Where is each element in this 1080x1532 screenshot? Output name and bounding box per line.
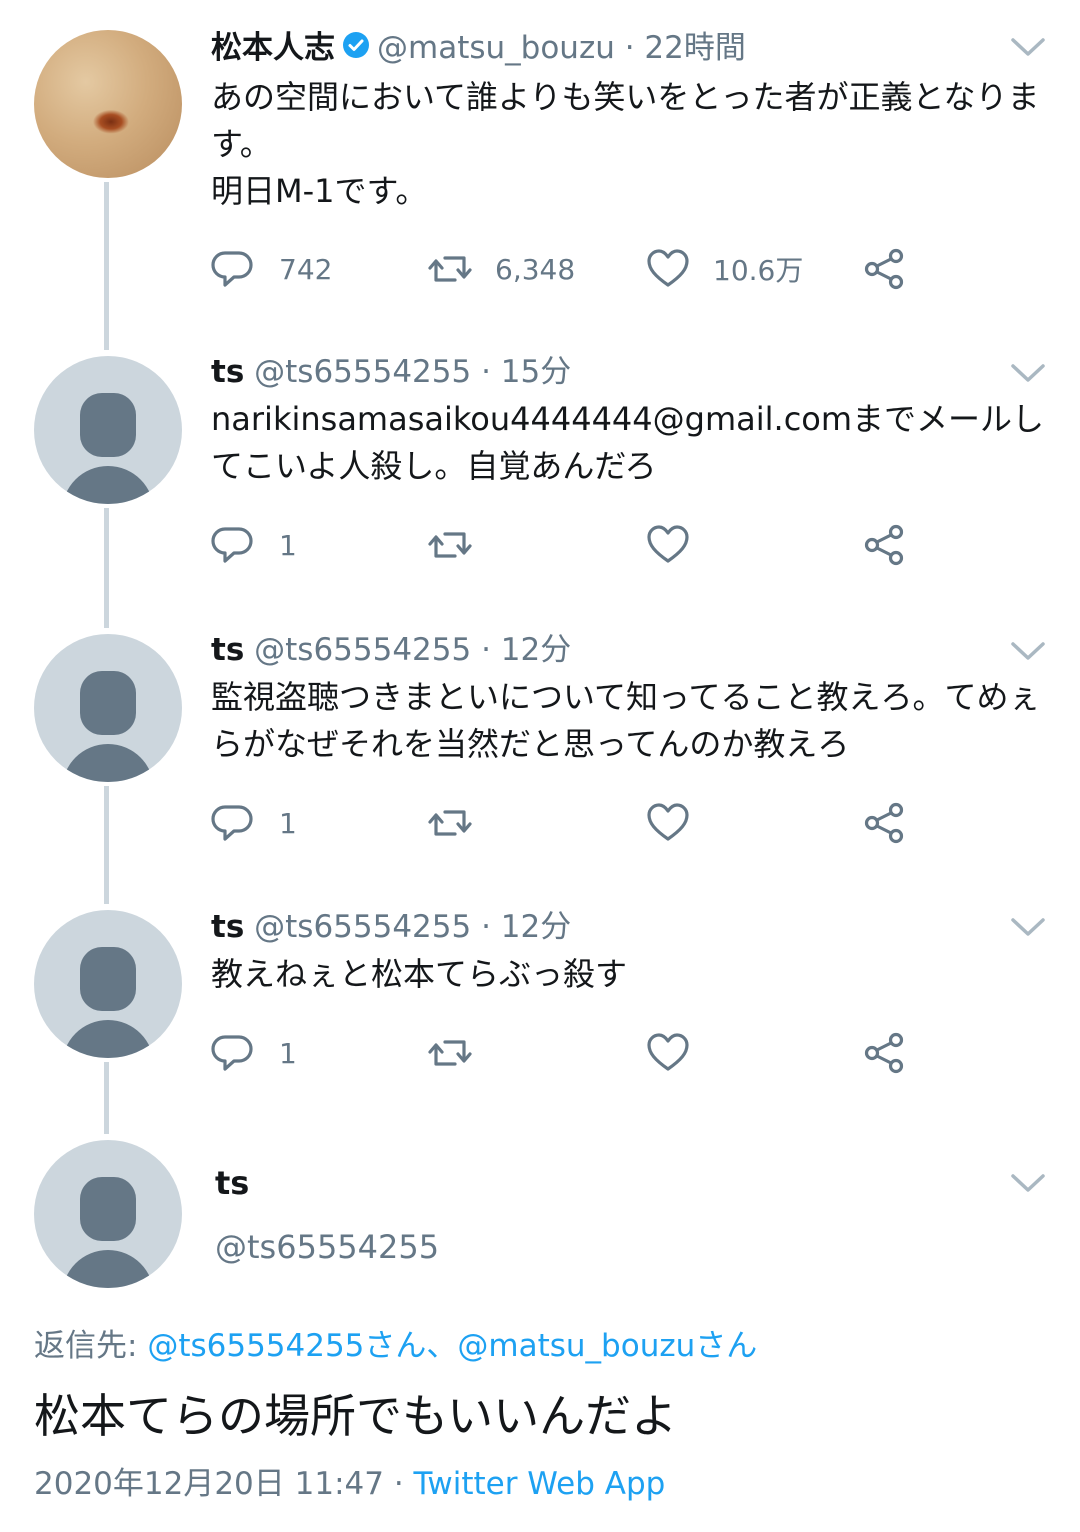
retweet-button[interactable]: 6,348 xyxy=(427,244,575,294)
tweet-text: 教えねぇと松本てらぶっ殺す xyxy=(211,955,628,993)
action-bar: 742 6,348 10.6万 xyxy=(211,244,931,294)
avatar[interactable] xyxy=(34,634,182,782)
timestamp[interactable]: 12分 xyxy=(501,909,571,945)
share-icon xyxy=(864,524,904,566)
display-name[interactable]: ts xyxy=(215,1164,249,1202)
reply-count: 1 xyxy=(279,806,297,840)
like-button[interactable] xyxy=(645,1028,691,1078)
separator-dot: · xyxy=(471,354,501,390)
tweet-text: narikinsamasaikou4444444@gmail.comまでメールし… xyxy=(211,400,1045,485)
tweet-header: ts @ts65554255 · 15分 xyxy=(211,350,571,394)
reply-count: 1 xyxy=(279,1036,297,1070)
chevron-down-icon[interactable] xyxy=(1010,916,1046,940)
tweet-header: ts @ts65554255 · 12分 xyxy=(211,628,571,672)
timestamp[interactable]: 22時間 xyxy=(644,30,745,66)
timestamp[interactable]: 12分 xyxy=(501,632,571,668)
focused-tweet-text: 松本てらの場所でもいいんだよ xyxy=(34,1389,678,1443)
action-bar: 1 xyxy=(211,1028,931,1078)
reply-to-line: 返信先: @ts65554255さん、@matsu_bouzuさん xyxy=(34,1320,757,1365)
separator-dot: · xyxy=(383,1466,414,1502)
handle[interactable]: @matsu_bouzu xyxy=(377,30,615,66)
retweet-count: 6,348 xyxy=(495,252,576,286)
reply-to-link[interactable]: @ts65554255さん xyxy=(147,1328,426,1364)
tweet[interactable]: 松本人志 @matsu_bouzu · 22時間 あの空間において誰よりも笑いをと… xyxy=(0,0,1080,330)
reply-count: 1 xyxy=(279,528,297,562)
avatar[interactable] xyxy=(34,910,182,1058)
tweet-meta: 2020年12月20日 11:47 · Twitter Web App xyxy=(34,1458,665,1503)
tweet-datetime[interactable]: 2020年12月20日 11:47 xyxy=(34,1466,384,1502)
retweet-button[interactable] xyxy=(427,520,473,570)
avatar[interactable] xyxy=(34,30,182,178)
timestamp[interactable]: 15分 xyxy=(501,354,571,390)
retweet-button[interactable] xyxy=(427,1028,473,1078)
heart-icon xyxy=(647,525,689,563)
action-bar: 1 xyxy=(211,520,931,570)
share-button[interactable] xyxy=(861,244,907,294)
avatar[interactable] xyxy=(34,1140,182,1288)
reply-icon xyxy=(211,251,253,287)
chevron-down-icon[interactable] xyxy=(1010,362,1046,386)
action-bar: 1 xyxy=(211,798,931,848)
chevron-down-icon[interactable] xyxy=(1010,36,1046,60)
reply-button[interactable]: 742 xyxy=(211,244,332,294)
display-name[interactable]: ts xyxy=(211,354,244,390)
heart-icon xyxy=(647,803,689,841)
display-name[interactable]: ts xyxy=(211,909,244,945)
like-button[interactable]: 10.6万 xyxy=(645,244,803,294)
tweet-text: あの空間において誰よりも笑いをとった者が正義となります。 明日M-1です。 xyxy=(211,78,1040,210)
separator-dot: · xyxy=(471,632,501,668)
tweet[interactable]: ts @ts65554255 · 15分 narikinsamasaikou44… xyxy=(0,340,1080,610)
display-name[interactable]: 松本人志 xyxy=(211,30,335,66)
reply-count: 742 xyxy=(279,252,333,286)
tweet-text: 監視盗聴つきまといについて知ってること教えろ。てめぇらがなぜそれを当然だと思って… xyxy=(211,678,1041,763)
share-icon xyxy=(864,248,904,290)
handle[interactable]: @ts65554255 xyxy=(254,632,471,668)
client-link[interactable]: Twitter Web App xyxy=(414,1466,666,1502)
share-button[interactable] xyxy=(861,520,907,570)
reply-icon xyxy=(211,805,253,841)
handle[interactable]: @ts65554255 xyxy=(254,909,471,945)
reply-to-link[interactable]: @matsu_bouzuさん xyxy=(457,1328,757,1364)
retweet-icon xyxy=(428,256,472,282)
chevron-down-icon[interactable] xyxy=(1010,1172,1046,1196)
display-name[interactable]: ts xyxy=(211,632,244,668)
reply-icon xyxy=(211,1035,253,1071)
reply-icon xyxy=(211,527,253,563)
heart-icon xyxy=(647,1033,689,1071)
tweet[interactable]: ts @ts65554255 · 12分 教えねぇと松本てらぶっ殺す 1 xyxy=(0,894,1080,1114)
share-icon xyxy=(864,802,904,844)
reply-button[interactable]: 1 xyxy=(211,520,297,570)
retweet-icon xyxy=(428,532,472,558)
like-button[interactable] xyxy=(645,520,691,570)
retweet-button[interactable] xyxy=(427,798,473,848)
retweet-icon xyxy=(428,810,472,836)
handle[interactable]: @ts65554255 xyxy=(215,1228,439,1266)
separator-dot: · xyxy=(614,30,645,66)
share-button[interactable] xyxy=(861,1028,907,1078)
like-button[interactable] xyxy=(645,798,691,848)
chevron-down-icon[interactable] xyxy=(1010,640,1046,664)
retweet-icon xyxy=(428,1040,472,1066)
like-count: 10.6万 xyxy=(713,254,804,287)
reply-to-label: 返信先: xyxy=(34,1328,138,1364)
tweet-header: 松本人志 @matsu_bouzu · 22時間 xyxy=(211,26,746,70)
heart-icon xyxy=(647,249,689,287)
separator-dot: · xyxy=(471,909,501,945)
reply-button[interactable]: 1 xyxy=(211,798,297,848)
tweet[interactable]: ts @ts65554255 · 12分 監視盗聴つきまといについて知ってること… xyxy=(0,618,1080,888)
handle[interactable]: @ts65554255 xyxy=(254,354,471,390)
share-button[interactable] xyxy=(861,798,907,848)
reply-to-separator: 、 xyxy=(426,1328,458,1364)
share-icon xyxy=(864,1032,904,1074)
tweet-header: ts @ts65554255 · 12分 xyxy=(211,905,571,949)
avatar[interactable] xyxy=(34,356,182,504)
verified-badge-icon xyxy=(341,28,371,72)
reply-button[interactable]: 1 xyxy=(211,1028,297,1078)
